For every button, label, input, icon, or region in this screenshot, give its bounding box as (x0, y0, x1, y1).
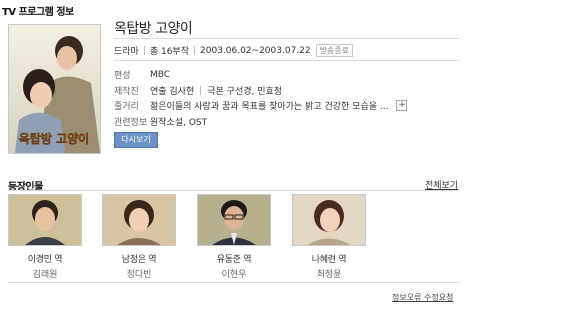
cast-actor[interactable]: 김래원 (8, 267, 82, 280)
cast-photo[interactable] (102, 194, 176, 246)
cast-divider (8, 190, 460, 191)
cast-card[interactable]: 남정은 역 정다빈 (102, 194, 176, 280)
expand-plot-button[interactable]: + (396, 100, 408, 111)
cast-role: 이경민 역 (27, 255, 63, 265)
program-meta: 드라마 총 16부작 2003.06.02~2003.07.22 방송종료 (114, 44, 354, 57)
crew-row: 제작진 연출 김사현 극본 구선경, 민효정 (114, 84, 282, 97)
writer: 극본 구선경, 민효정 (207, 87, 283, 97)
cast-card[interactable]: 이경민 역 김래원 (8, 194, 82, 280)
title-divider (114, 38, 460, 39)
plot-row: 줄거리 젊은이들의 사랑과 꿈과 목표를 찾아가는 밝고 건강한 모습을 ...… (114, 99, 408, 112)
broadcast-period: 2003.06.02~2003.07.22 (200, 45, 311, 56)
cast-role: 유동준 역 (216, 255, 252, 265)
divider (143, 46, 145, 55)
cast-role: 나혜련 역 (311, 255, 347, 265)
cast-actor[interactable]: 정다빈 (102, 267, 176, 280)
cast-card[interactable]: 나혜련 역 최정윤 (292, 194, 366, 280)
plot-label: 줄거리 (114, 102, 139, 112)
crew-label: 제작진 (114, 87, 139, 97)
cast-actor[interactable]: 이현우 (197, 267, 271, 280)
cast-actor[interactable]: 최정윤 (292, 267, 366, 280)
program-title[interactable]: 옥탑방 고양이 (114, 18, 193, 38)
footer-divider (8, 282, 460, 283)
cast-card[interactable]: 유동준 역 이현우 (197, 194, 271, 280)
cast-role: 남정은 역 (121, 255, 157, 265)
meta-divider (114, 60, 460, 61)
divider (200, 86, 202, 95)
status-badge: 방송종료 (315, 44, 354, 57)
broadcaster-value: MBC (150, 69, 171, 80)
section-title: TV 프로그램 정보 (2, 7, 74, 18)
replay-button[interactable]: 다시보기 (114, 132, 158, 148)
report-error-link[interactable]: 정보오류 수정요청 (392, 292, 453, 303)
cast-photo[interactable] (197, 194, 271, 246)
broadcaster-row: 편성 MBC (114, 68, 171, 82)
genre: 드라마 (114, 47, 139, 57)
director: 연출 김사현 (150, 87, 195, 97)
poster-title-art: 옥탑방 고양이 (19, 131, 89, 146)
cast-photo[interactable] (8, 194, 82, 246)
episode-count: 총 16부작 (149, 47, 189, 57)
plot-summary: 젊은이들의 사랑과 꿈과 목표를 찾아가는 밝고 건강한 모습을 ... (150, 102, 389, 112)
program-poster[interactable]: 옥탑방 고양이 (8, 24, 101, 154)
divider (194, 46, 195, 55)
cast-photo[interactable] (292, 194, 366, 246)
related-label: 관련정보 (114, 118, 148, 128)
related-row: 관련정보 원작소설, OST (114, 115, 207, 128)
related-links[interactable]: 원작소설, OST (150, 115, 207, 128)
broadcaster-label: 편성 (114, 71, 131, 81)
